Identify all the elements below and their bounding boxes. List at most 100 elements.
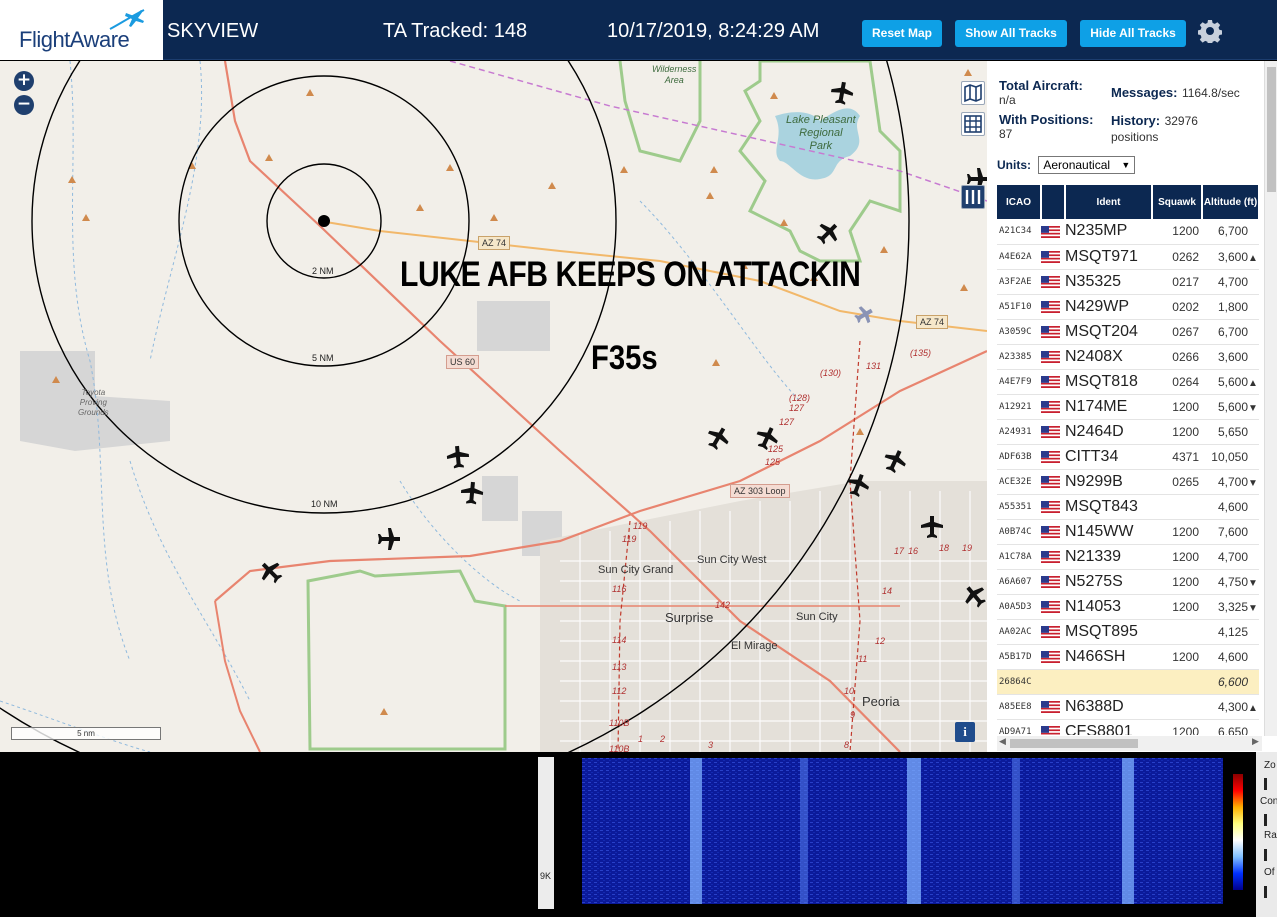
zoom-slider[interactable] [1264,778,1267,790]
table-row[interactable]: A0A5D3 N14053 1200 3,325▼ [997,594,1259,620]
altitude-trend-icon: ▲ [1248,377,1258,389]
table-row[interactable]: A4E62A MSQT971 0262 3,600▲ [997,244,1259,270]
road-sign-az74-east: AZ 74 [916,315,949,329]
units-select[interactable]: Aeronautical ▼ [1038,156,1136,174]
table-row[interactable]: A12921 N174ME 1200 5,600▼ [997,394,1259,420]
table-row[interactable]: A55351 MSQT843 4,600 [997,494,1259,520]
table-row[interactable]: AD9A71 CFS8801 1200 6,650 [997,719,1259,735]
table-row[interactable]: A3059C MSQT204 0267 6,700 [997,319,1259,345]
cell-icao: A4E7F9 [997,369,1041,395]
route-label: 1 [638,734,644,744]
cell-icao: ACE32E [997,469,1041,495]
contrast-slider[interactable] [1264,814,1267,826]
cell-ident: CITT34 [1065,444,1152,470]
cell-ident: MSQT843 [1065,494,1152,520]
cell-ident: MSQT818 [1065,369,1152,395]
aircraft-table-container[interactable]: ICAO Ident Squawk Altitude (ft) A21C34 N2… [997,185,1259,735]
cell-ident: N145WW [1065,519,1152,545]
skyview-app: FlightAware SKYVIEW TA Tracked: 148 10/1… [0,0,1277,917]
contrast-control-label: Con [1260,796,1277,807]
altitude-trend-icon: ▼ [1248,602,1258,614]
table-row[interactable]: A6A607 N5275S 1200 4,750▼ [997,569,1259,595]
route-label: 9 [850,710,856,720]
gear-icon[interactable] [1198,19,1222,43]
table-row[interactable]: ADF63B CITT34 4371 10,050 [997,444,1259,470]
scrollbar-thumb[interactable] [1267,67,1276,192]
cell-altitude: 4,700▼ [1202,469,1259,495]
table-row[interactable]: A0B74C N145WW 1200 7,600 [997,519,1259,545]
cell-altitude: 4,300▲ [1202,694,1259,720]
hide-all-tracks-button[interactable]: Hide All Tracks [1080,20,1186,47]
grid-toggle-button[interactable] [961,112,985,136]
table-row[interactable]: A23385 N2408X 0266 3,600 [997,344,1259,370]
cell-flag [1041,644,1065,670]
map-scale-bar: 5 nm [11,727,161,740]
us-flag-icon [1041,251,1060,264]
altitude-value: 6,700 [1217,224,1248,239]
table-row[interactable]: A85EE8 N6388D 4,300▲ [997,694,1259,720]
grey-area-2 [482,476,518,521]
zoom-out-button[interactable]: − [14,95,34,115]
scroll-left-arrow-icon[interactable]: ◀ [999,736,1006,747]
cell-flag [1041,419,1065,445]
us-flag-icon [1041,501,1060,514]
table-horizontal-scrollbar[interactable]: ◀ ▶ [997,736,1262,751]
cell-icao: A3059C [997,319,1041,345]
cell-flag [1041,444,1065,470]
col-header-squawk[interactable]: Squawk [1152,185,1203,219]
history-unit: positions [1111,130,1159,144]
map-view[interactable]: + − 2 NM 5 NM 10 NM AZ 74 AZ 74 US 60 AZ… [0,61,987,752]
sidebar-vertical-scrollbar[interactable] [1264,61,1277,736]
cell-squawk: 0266 [1152,344,1202,370]
cell-flag [1041,344,1065,370]
zoom-in-button[interactable]: + [14,71,34,91]
table-row[interactable]: ACE32E N9299B 0265 4,700▼ [997,469,1259,495]
table-row[interactable]: A21C34 N235MP 1200 6,700 [997,219,1259,245]
altitude-value: 3,325 [1217,599,1248,614]
cell-icao: AA02AC [997,619,1041,645]
spectrum-margin [557,757,581,909]
altitude-trend-icon: ▼ [1248,477,1258,489]
cell-squawk [1152,619,1202,645]
col-header-flag[interactable] [1041,185,1066,219]
table-row[interactable]: A5B17D N466SH 1200 4,600 [997,644,1259,670]
offset-slider[interactable] [1264,886,1267,898]
us-flag-icon [1041,401,1060,414]
cell-icao: A21C34 [997,219,1041,245]
top-header: FlightAware SKYVIEW TA Tracked: 148 10/1… [0,0,1277,60]
cell-squawk [1152,694,1202,720]
table-row[interactable]: A1C78A N21339 1200 4,700 [997,544,1259,570]
table-row[interactable]: A4E7F9 MSQT818 0264 5,600▲ [997,369,1259,395]
cell-ident: N2464D [1065,419,1152,445]
flightaware-logo[interactable]: FlightAware [0,0,163,60]
cell-squawk: 0262 [1152,244,1202,270]
show-all-tracks-button[interactable]: Show All Tracks [955,20,1067,47]
cell-altitude: 4,700 [1202,544,1259,570]
cell-squawk: 0264 [1152,369,1202,395]
table-row[interactable]: AA02AC MSQT895 4,125 [997,619,1259,645]
table-row[interactable]: A24931 N2464D 1200 5,650 [997,419,1259,445]
scrollbar-thumb[interactable] [1010,739,1138,748]
scroll-right-arrow-icon[interactable]: ▶ [1252,736,1259,747]
cell-ident: N466SH [1065,644,1152,670]
col-header-ident[interactable]: Ident [1065,185,1153,219]
waterfall-display[interactable] [582,758,1223,904]
cell-ident: CFS8801 [1065,719,1152,735]
map-info-button[interactable]: i [955,722,975,742]
table-row[interactable]: A3F2AE N35325 0217 4,700 [997,269,1259,295]
current-datetime: 10/17/2019, 8:24:29 AM [607,20,820,42]
cell-flag [1041,694,1065,720]
reset-map-button[interactable]: Reset Map [862,20,942,47]
faded-aircraft-marker [854,306,873,324]
cell-icao: AD9A71 [997,719,1041,735]
route-label: 8 [844,740,850,750]
col-header-altitude[interactable]: Altitude (ft) [1202,185,1259,219]
col-header-icao[interactable]: ICAO [997,185,1042,219]
table-row[interactable]: 26864C 6,600 [997,669,1259,695]
range-slider[interactable] [1264,849,1267,861]
stat-total-aircraft: Total Aircraft: n/a [999,78,1083,107]
columns-toggle-button[interactable] [961,185,985,209]
map-layer-button[interactable] [961,81,985,105]
altitude-value: 4,600 [1217,499,1248,514]
table-row[interactable]: A51F10 N429WP 0202 1,800 [997,294,1259,320]
